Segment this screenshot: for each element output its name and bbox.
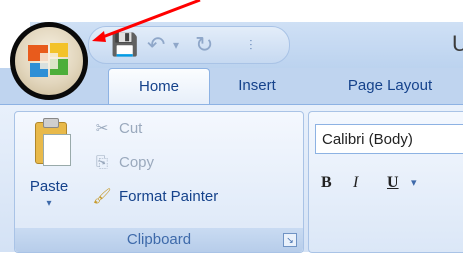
arrow-shaft [99, 0, 201, 40]
arrow-head [92, 31, 106, 42]
annotation-arrow [92, 0, 201, 42]
